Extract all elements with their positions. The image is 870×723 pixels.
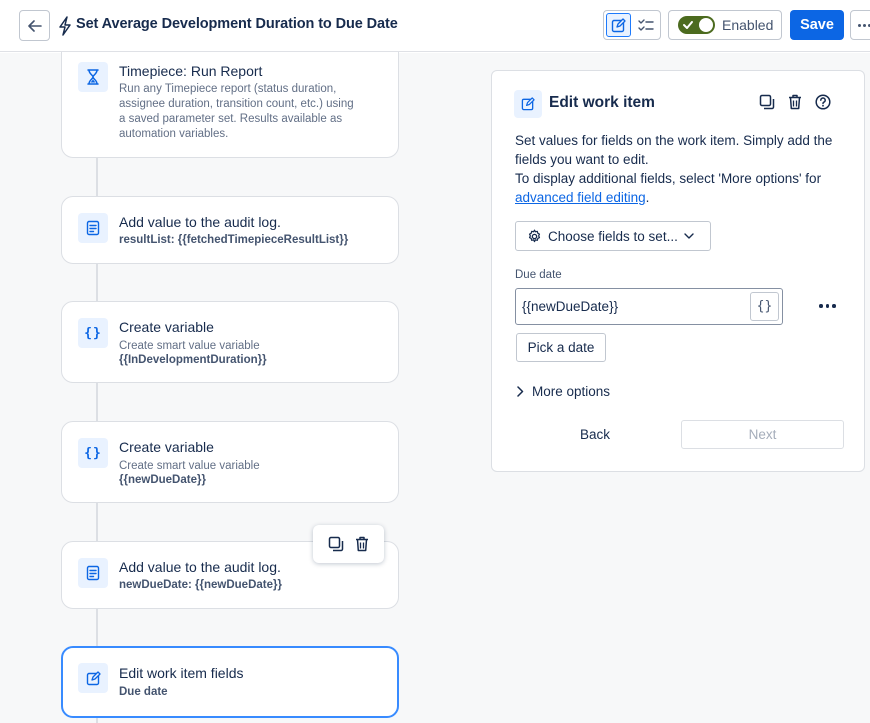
subtitle-line: automation variables. (119, 128, 229, 140)
subtitle-line: assignee duration, transition count, etc… (119, 98, 354, 110)
more-options-toggle[interactable]: More options (517, 384, 610, 399)
braces-icon: {} (84, 325, 102, 341)
rule-step-card-selected[interactable]: Edit work item fields Due date (61, 646, 399, 718)
desc-line-1: Set values for fields on the work item. … (515, 133, 833, 167)
card-icon-box (78, 663, 108, 693)
duplicate-icon[interactable] (328, 536, 344, 552)
subtitle-line: Run any Timepiece report (status duratio… (119, 83, 337, 95)
hourglass-icon (87, 69, 99, 85)
advanced-field-editing-link[interactable]: advanced field editing (515, 190, 646, 205)
next-button[interactable]: Next (681, 420, 844, 449)
enabled-toggle[interactable]: Enabled (668, 10, 782, 40)
choose-fields-label: Choose fields to set... (548, 228, 678, 244)
card-title: Timepiece: Run Report (119, 63, 263, 79)
top-bar: Set Average Development Duration to Due … (0, 0, 870, 52)
save-button[interactable]: Save (790, 10, 844, 40)
help-icon[interactable] (815, 94, 831, 110)
trash-icon[interactable] (788, 94, 802, 110)
checklist-view-button[interactable] (633, 13, 658, 37)
connector-line (96, 263, 98, 301)
connector-line (96, 608, 98, 646)
card-detail: Due date (119, 686, 168, 698)
trash-icon[interactable] (355, 536, 369, 552)
card-subtitle: Create smart value variable (119, 460, 260, 472)
edit-icon (521, 97, 535, 111)
panel-description: Set values for fields on the work item. … (515, 131, 850, 207)
card-icon-box: {} (78, 438, 108, 468)
panel-icon-box (514, 90, 542, 118)
chevron-right-icon (517, 386, 524, 397)
braces-icon: {} (84, 445, 102, 461)
panel-actions (759, 94, 831, 110)
arrow-left-icon (27, 19, 42, 32)
rule-step-card[interactable]: Add value to the audit log. resultList: … (61, 196, 399, 264)
edit-work-item-panel: Edit work item Set values for fields on … (491, 70, 865, 472)
connector-line (96, 157, 98, 197)
edit-icon (611, 17, 626, 32)
audit-log-icon (86, 565, 100, 581)
due-date-label: Due date (515, 269, 562, 281)
rule-step-card[interactable]: {} Create variable Create smart value va… (61, 421, 399, 503)
toggle-knob (699, 18, 713, 32)
dot (832, 304, 836, 308)
checklist-icon (637, 18, 654, 31)
pick-a-date-button[interactable]: Pick a date (516, 333, 606, 362)
field-more-button[interactable] (819, 304, 836, 308)
rule-step-card[interactable]: Timepiece: Run Report Run any Timepiece … (61, 52, 399, 158)
due-date-input[interactable]: {{newDueDate}} {} (515, 288, 783, 325)
card-icon-box (78, 62, 108, 92)
dot (819, 304, 823, 308)
card-title: Edit work item fields (119, 665, 244, 681)
card-detail: resultList: {{fetchedTimepieceResultList… (119, 234, 349, 246)
more-options-label: More options (532, 384, 611, 399)
connector-line (96, 503, 98, 541)
dot (825, 304, 829, 308)
smart-value-button[interactable]: {} (750, 292, 779, 321)
card-title: Add value to the audit log. (119, 214, 281, 230)
desc-end: . (645, 190, 650, 205)
card-detail: newDueDate: {{newDueDate}} (119, 579, 282, 591)
view-mode-toggle (603, 10, 661, 40)
enabled-label: Enabled (722, 17, 774, 33)
connector-line (96, 718, 98, 723)
dot (863, 23, 866, 27)
connector-line (96, 383, 98, 421)
rule-title: Set Average Development Duration to Due … (76, 16, 398, 32)
card-subtitle: Run any Timepiece report (status duratio… (119, 82, 384, 142)
step-hover-toolbar (313, 525, 384, 563)
due-date-value: {{newDueDate}} (522, 299, 619, 314)
card-icon-box (78, 558, 108, 588)
back-button[interactable] (19, 10, 50, 41)
more-actions-button[interactable] (850, 10, 870, 40)
card-subtitle: Create smart value variable (119, 340, 260, 352)
card-detail: {{InDevelopmentDuration}} (119, 354, 267, 366)
card-title: Add value to the audit log. (119, 559, 281, 575)
toggle-switch[interactable] (678, 16, 715, 34)
gear-icon (528, 229, 541, 242)
card-title: Create variable (119, 439, 214, 455)
check-icon (683, 21, 693, 29)
lightning-bolt-icon (59, 16, 71, 36)
edit-icon (86, 670, 101, 685)
choose-fields-button[interactable]: Choose fields to set... (515, 221, 711, 251)
card-title: Create variable (119, 319, 214, 335)
desc-line-2: To display additional fields, select 'Mo… (515, 171, 822, 186)
card-icon-box (78, 213, 108, 243)
rule-step-card[interactable]: {} Create variable Create smart value va… (61, 301, 399, 383)
audit-log-icon (86, 220, 100, 236)
chevron-down-icon (684, 233, 694, 239)
panel-title: Edit work item (549, 94, 655, 111)
subtitle-line: a saved parameter set. Results available… (119, 113, 343, 125)
card-icon-box: {} (78, 318, 108, 348)
card-detail: {{newDueDate}} (119, 474, 206, 486)
edit-view-button[interactable] (606, 13, 631, 37)
duplicate-icon[interactable] (759, 94, 775, 110)
dot (858, 23, 861, 27)
back-button-panel[interactable]: Back (580, 427, 610, 442)
